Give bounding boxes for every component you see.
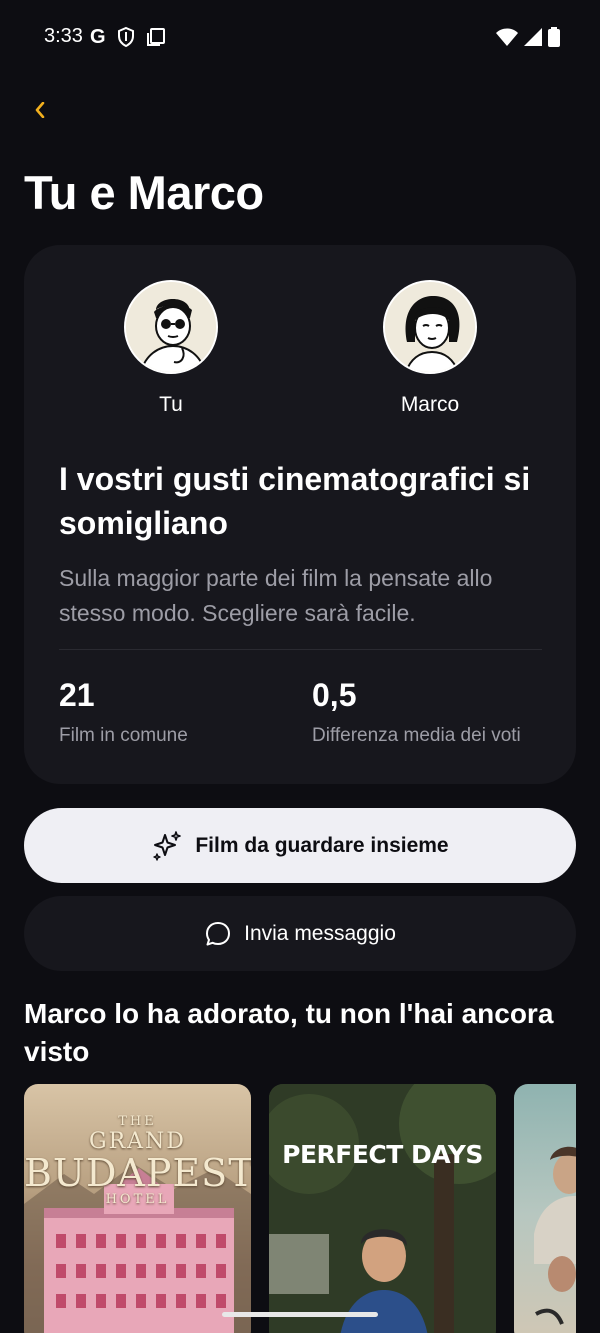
poster-art-perfect-days xyxy=(269,1084,496,1333)
signal-icon xyxy=(524,28,542,46)
chat-bubble-icon xyxy=(206,921,231,945)
status-icons-right xyxy=(496,27,560,47)
google-icon: G xyxy=(90,26,106,48)
poster-art-partial xyxy=(534,1146,576,1325)
send-message-label: Invia messaggio xyxy=(244,921,396,945)
marco-name-label: Marco xyxy=(400,393,460,416)
status-time: 3:33 xyxy=(44,25,83,47)
section-title: Marco lo ha adorato, tu non l'hai ancora… xyxy=(24,998,554,1067)
wifi-icon xyxy=(496,28,518,46)
avatar-illustration-marco xyxy=(385,282,475,372)
poster-partial[interactable] xyxy=(514,1084,576,1333)
poster-title-perfect-days: PERFECT DAYS xyxy=(282,1140,483,1169)
poster-perfect-days[interactable]: PERFECT DAYS xyxy=(269,1084,496,1333)
rating-difference-label: Differenza media dei voti xyxy=(312,725,521,746)
taste-description: Sulla maggior parte dei film la pensate … xyxy=(59,565,493,626)
back-button[interactable] xyxy=(26,96,54,124)
watch-together-label: Film da guardare insieme xyxy=(195,833,449,857)
rating-difference-value: 0,5 xyxy=(312,677,357,713)
avatar-user[interactable] xyxy=(124,280,218,374)
screen-icon xyxy=(146,28,165,46)
user-name-label: Tu xyxy=(159,393,183,416)
home-indicator[interactable] xyxy=(222,1312,378,1317)
send-message-button[interactable]: Invia messaggio xyxy=(24,896,576,971)
status-icons-left: G xyxy=(90,26,166,48)
avatar-illustration-user xyxy=(126,282,216,372)
comparison-card: Tu Marco I vostri gusti cinematografici … xyxy=(24,245,576,784)
watch-together-button[interactable]: Film da guardare insieme xyxy=(24,808,576,883)
chevron-left-icon xyxy=(35,102,45,118)
common-films-value: 21 xyxy=(59,677,95,713)
divider xyxy=(59,649,542,650)
common-films-label: Film in comune xyxy=(59,725,188,746)
page-title: Tu e Marco xyxy=(24,166,264,219)
poster-title-grand-budapest: THE GRAND BUDAPEST HOTEL xyxy=(24,1114,251,1207)
poster-carousel[interactable]: THE GRAND BUDAPEST HOTEL PERFECT DAYS xyxy=(24,1084,576,1333)
shield-icon xyxy=(117,26,134,48)
avatar-marco[interactable] xyxy=(383,280,477,374)
status-bar: 3:33 G xyxy=(0,0,600,76)
sparkles-icon xyxy=(153,830,182,861)
battery-icon xyxy=(548,27,560,47)
taste-headline: I vostri gusti cinematografici si somigl… xyxy=(59,461,531,541)
poster-grand-budapest-hotel[interactable]: THE GRAND BUDAPEST HOTEL xyxy=(24,1084,251,1333)
